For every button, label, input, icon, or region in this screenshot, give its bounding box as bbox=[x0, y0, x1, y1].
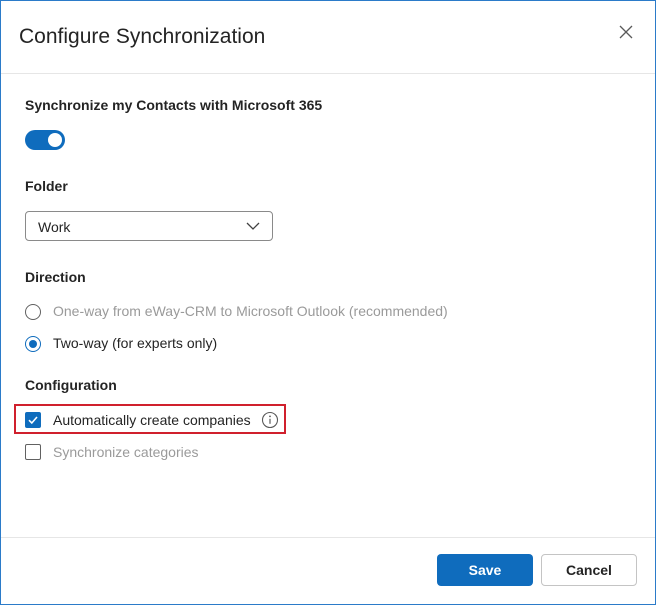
configure-sync-dialog: Configure Synchronization Synchronize my… bbox=[0, 0, 656, 605]
config-option-label: Synchronize categories bbox=[53, 444, 199, 460]
radio-two-way[interactable] bbox=[25, 336, 41, 352]
configuration-label: Configuration bbox=[25, 377, 117, 393]
info-icon[interactable] bbox=[261, 411, 279, 429]
direction-label: Direction bbox=[25, 269, 86, 285]
save-button[interactable]: Save bbox=[437, 554, 533, 586]
sync-toggle[interactable] bbox=[25, 130, 65, 150]
dialog-header: Configure Synchronization bbox=[1, 1, 655, 74]
chevron-down-icon bbox=[246, 222, 260, 230]
close-button[interactable] bbox=[615, 21, 637, 43]
checkbox-create-companies[interactable] bbox=[25, 412, 41, 428]
checkmark-icon bbox=[28, 416, 38, 425]
close-icon bbox=[619, 25, 633, 39]
direction-option-label: One-way from eWay-CRM to Microsoft Outlo… bbox=[53, 303, 448, 319]
folder-selected-value: Work bbox=[38, 219, 71, 235]
checkbox-sync-categories[interactable] bbox=[25, 444, 41, 460]
sync-label: Synchronize my Contacts with Microsoft 3… bbox=[25, 97, 323, 113]
radio-one-way[interactable] bbox=[25, 304, 41, 320]
cancel-button[interactable]: Cancel bbox=[541, 554, 637, 586]
direction-option-label: Two-way (for experts only) bbox=[53, 335, 218, 351]
dialog-footer: Save Cancel bbox=[1, 537, 655, 605]
dialog-title: Configure Synchronization bbox=[19, 25, 266, 48]
toggle-knob bbox=[48, 133, 62, 147]
folder-label: Folder bbox=[25, 178, 68, 194]
config-option-label: Automatically create companies bbox=[53, 412, 251, 428]
folder-dropdown[interactable]: Work bbox=[25, 211, 273, 241]
